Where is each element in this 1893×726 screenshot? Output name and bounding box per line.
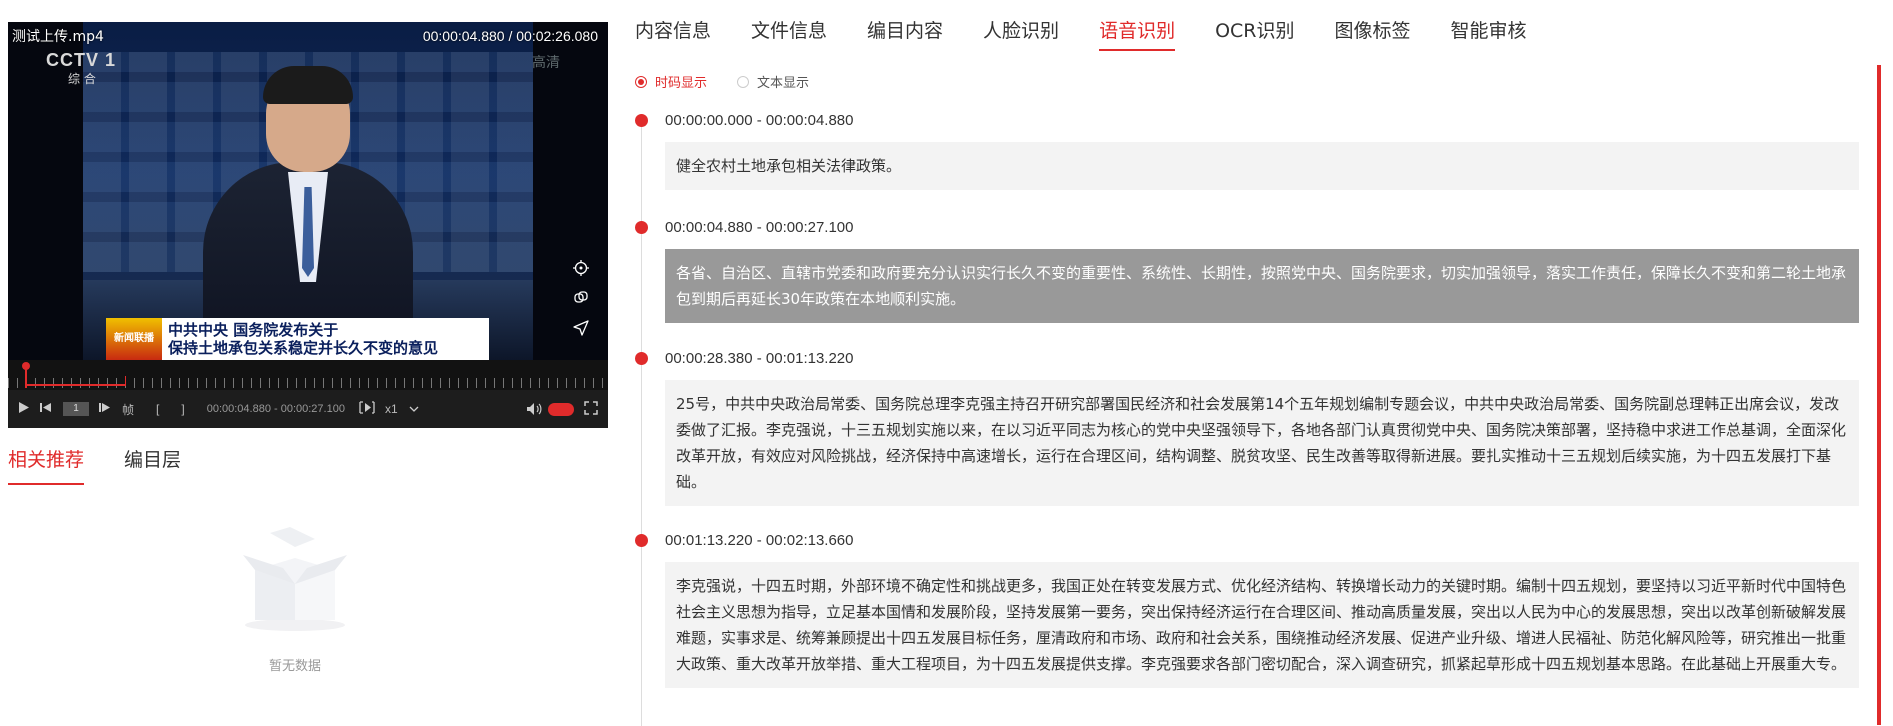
- copy-icon[interactable]: [572, 290, 590, 308]
- tab-speech-recognition[interactable]: 语音识别: [1099, 16, 1176, 51]
- timeline-scrubber[interactable]: [8, 360, 608, 390]
- tab-image-tags[interactable]: 图像标签: [1335, 16, 1411, 51]
- mark-out-button[interactable]: ]: [181, 402, 184, 416]
- empty-state: 暂无数据: [225, 515, 365, 674]
- radio-timecode-label: 时码显示: [655, 76, 708, 91]
- video-player[interactable]: 新闻联播 中共中央 国务院发布关于 保持土地承包关系稳定并长久不变的意见 测试上…: [8, 22, 608, 428]
- chevron-down-icon: [409, 406, 419, 412]
- speed-select[interactable]: x1: [385, 402, 419, 416]
- frame-step-input[interactable]: 1: [63, 402, 89, 416]
- empty-box-icon: [235, 515, 355, 635]
- transcript-timeline-line: [641, 118, 642, 726]
- tab-catalog-layer[interactable]: 编目层: [124, 445, 181, 485]
- radio-dot: [737, 75, 750, 88]
- entry-text[interactable]: 健全农村土地承包相关法律政策。: [665, 142, 1859, 190]
- empty-text: 暂无数据: [268, 659, 321, 674]
- main-tabs: 内容信息 文件信息 编目内容 人脸识别 语音识别 OCR识别 图像标签 智能审核: [635, 16, 1567, 51]
- speed-value: x1: [384, 402, 398, 416]
- video-time-display: 00:00:04.880 / 00:02:26.080: [422, 28, 598, 44]
- entry-time: 00:00:04.880 - 00:00:27.100: [665, 219, 854, 236]
- display-mode-group: 时码显示 文本显示: [635, 72, 839, 91]
- tab-related[interactable]: 相关推荐: [8, 445, 85, 485]
- volume-icon: [527, 403, 542, 415]
- video-file-name: 测试上传.mp4: [12, 29, 104, 45]
- left-tabs: 相关推荐 编目层: [8, 445, 221, 485]
- tab-smart-review[interactable]: 智能审核: [1451, 16, 1527, 51]
- radio-dot: [635, 75, 647, 88]
- channel-logo: CCTV 1: [46, 50, 117, 70]
- banner-text: 中共中央 国务院发布关于 保持土地承包关系稳定并长久不变的意见: [168, 321, 483, 357]
- tab-catalog-content[interactable]: 编目内容: [867, 16, 943, 51]
- news-banner: 新闻联播 中共中央 国务院发布关于 保持土地承包关系稳定并长久不变的意见: [106, 318, 489, 360]
- prev-frame-icon[interactable]: [40, 402, 53, 416]
- playhead-line: [25, 368, 27, 388]
- play-icon[interactable]: [18, 401, 30, 417]
- timeline-dot: [635, 221, 648, 234]
- timeline-dot: [635, 114, 648, 127]
- tab-content-info[interactable]: 内容信息: [635, 16, 711, 51]
- entry-text-highlighted[interactable]: 各省、自治区、直辖市党委和政府要充分认识实行长久不变的重要性、系统性、长期性，按…: [665, 249, 1859, 323]
- left-panel: 新闻联播 中共中央 国务院发布关于 保持土地承包关系稳定并长久不变的意见 测试上…: [0, 0, 614, 726]
- play-range-icon[interactable]: [359, 401, 375, 417]
- playhead-handle[interactable]: [22, 362, 30, 370]
- tab-face-recognition[interactable]: 人脸识别: [983, 16, 1059, 51]
- entry-text[interactable]: 李克强说，十四五时期，外部环境不确定性和挑战更多，我国正处在转变发展方式、优化经…: [665, 562, 1859, 688]
- entry-text[interactable]: 25号，中共中央政治局常委、国务院总理李克强主持召开研究部署国民经济和社会发展第…: [665, 380, 1859, 506]
- tab-ocr[interactable]: OCR识别: [1215, 16, 1294, 51]
- news-logo: 新闻联播: [106, 318, 162, 360]
- timeline-dot: [635, 352, 648, 365]
- entry-time: 00:00:00.000 - 00:00:04.880: [665, 112, 854, 129]
- entry-time: 00:01:13.220 - 00:02:13.660: [665, 532, 854, 549]
- right-panel: 内容信息 文件信息 编目内容 人脸识别 语音识别 OCR识别 图像标签 智能审核…: [635, 0, 1885, 726]
- selected-range[interactable]: [26, 376, 126, 386]
- video-frame[interactable]: 新闻联播 中共中央 国务院发布关于 保持土地承包关系稳定并长久不变的意见 测试上…: [8, 22, 608, 360]
- frame-label: 帧: [122, 402, 135, 417]
- volume-toggle[interactable]: [548, 402, 574, 416]
- timeline-dot: [635, 534, 648, 547]
- range-time: 00:00:04.880 - 00:00:27.100: [206, 403, 345, 415]
- mark-in-button[interactable]: [: [156, 402, 159, 416]
- player-controls: 1 帧 [ ] 00:00:04.880 - 00:00:27.100 x1: [8, 390, 608, 428]
- channel-sub: 综 合: [68, 72, 96, 86]
- radio-timecode[interactable]: 时码显示: [635, 72, 707, 91]
- next-frame-icon[interactable]: [99, 402, 112, 416]
- radio-text[interactable]: 文本显示: [737, 72, 809, 91]
- volume-control[interactable]: [526, 402, 574, 416]
- target-icon[interactable]: [572, 260, 590, 278]
- radio-text-label: 文本显示: [757, 76, 810, 91]
- news-studio-scene: [83, 22, 533, 360]
- send-icon[interactable]: [572, 320, 590, 338]
- fullscreen-icon[interactable]: [584, 400, 598, 418]
- anchor-hair: [263, 66, 353, 104]
- timeline-ticks: [8, 378, 608, 388]
- hd-watermark: 高清: [532, 55, 560, 71]
- banner-line-2: 保持土地承包关系稳定并长久不变的意见: [168, 339, 439, 357]
- scrollbar[interactable]: [1877, 65, 1881, 725]
- side-tools: [572, 260, 592, 350]
- entry-time: 00:00:28.380 - 00:01:13.220: [665, 350, 854, 367]
- tab-file-info[interactable]: 文件信息: [751, 16, 827, 51]
- banner-line-1: 中共中央 国务院发布关于: [168, 321, 339, 339]
